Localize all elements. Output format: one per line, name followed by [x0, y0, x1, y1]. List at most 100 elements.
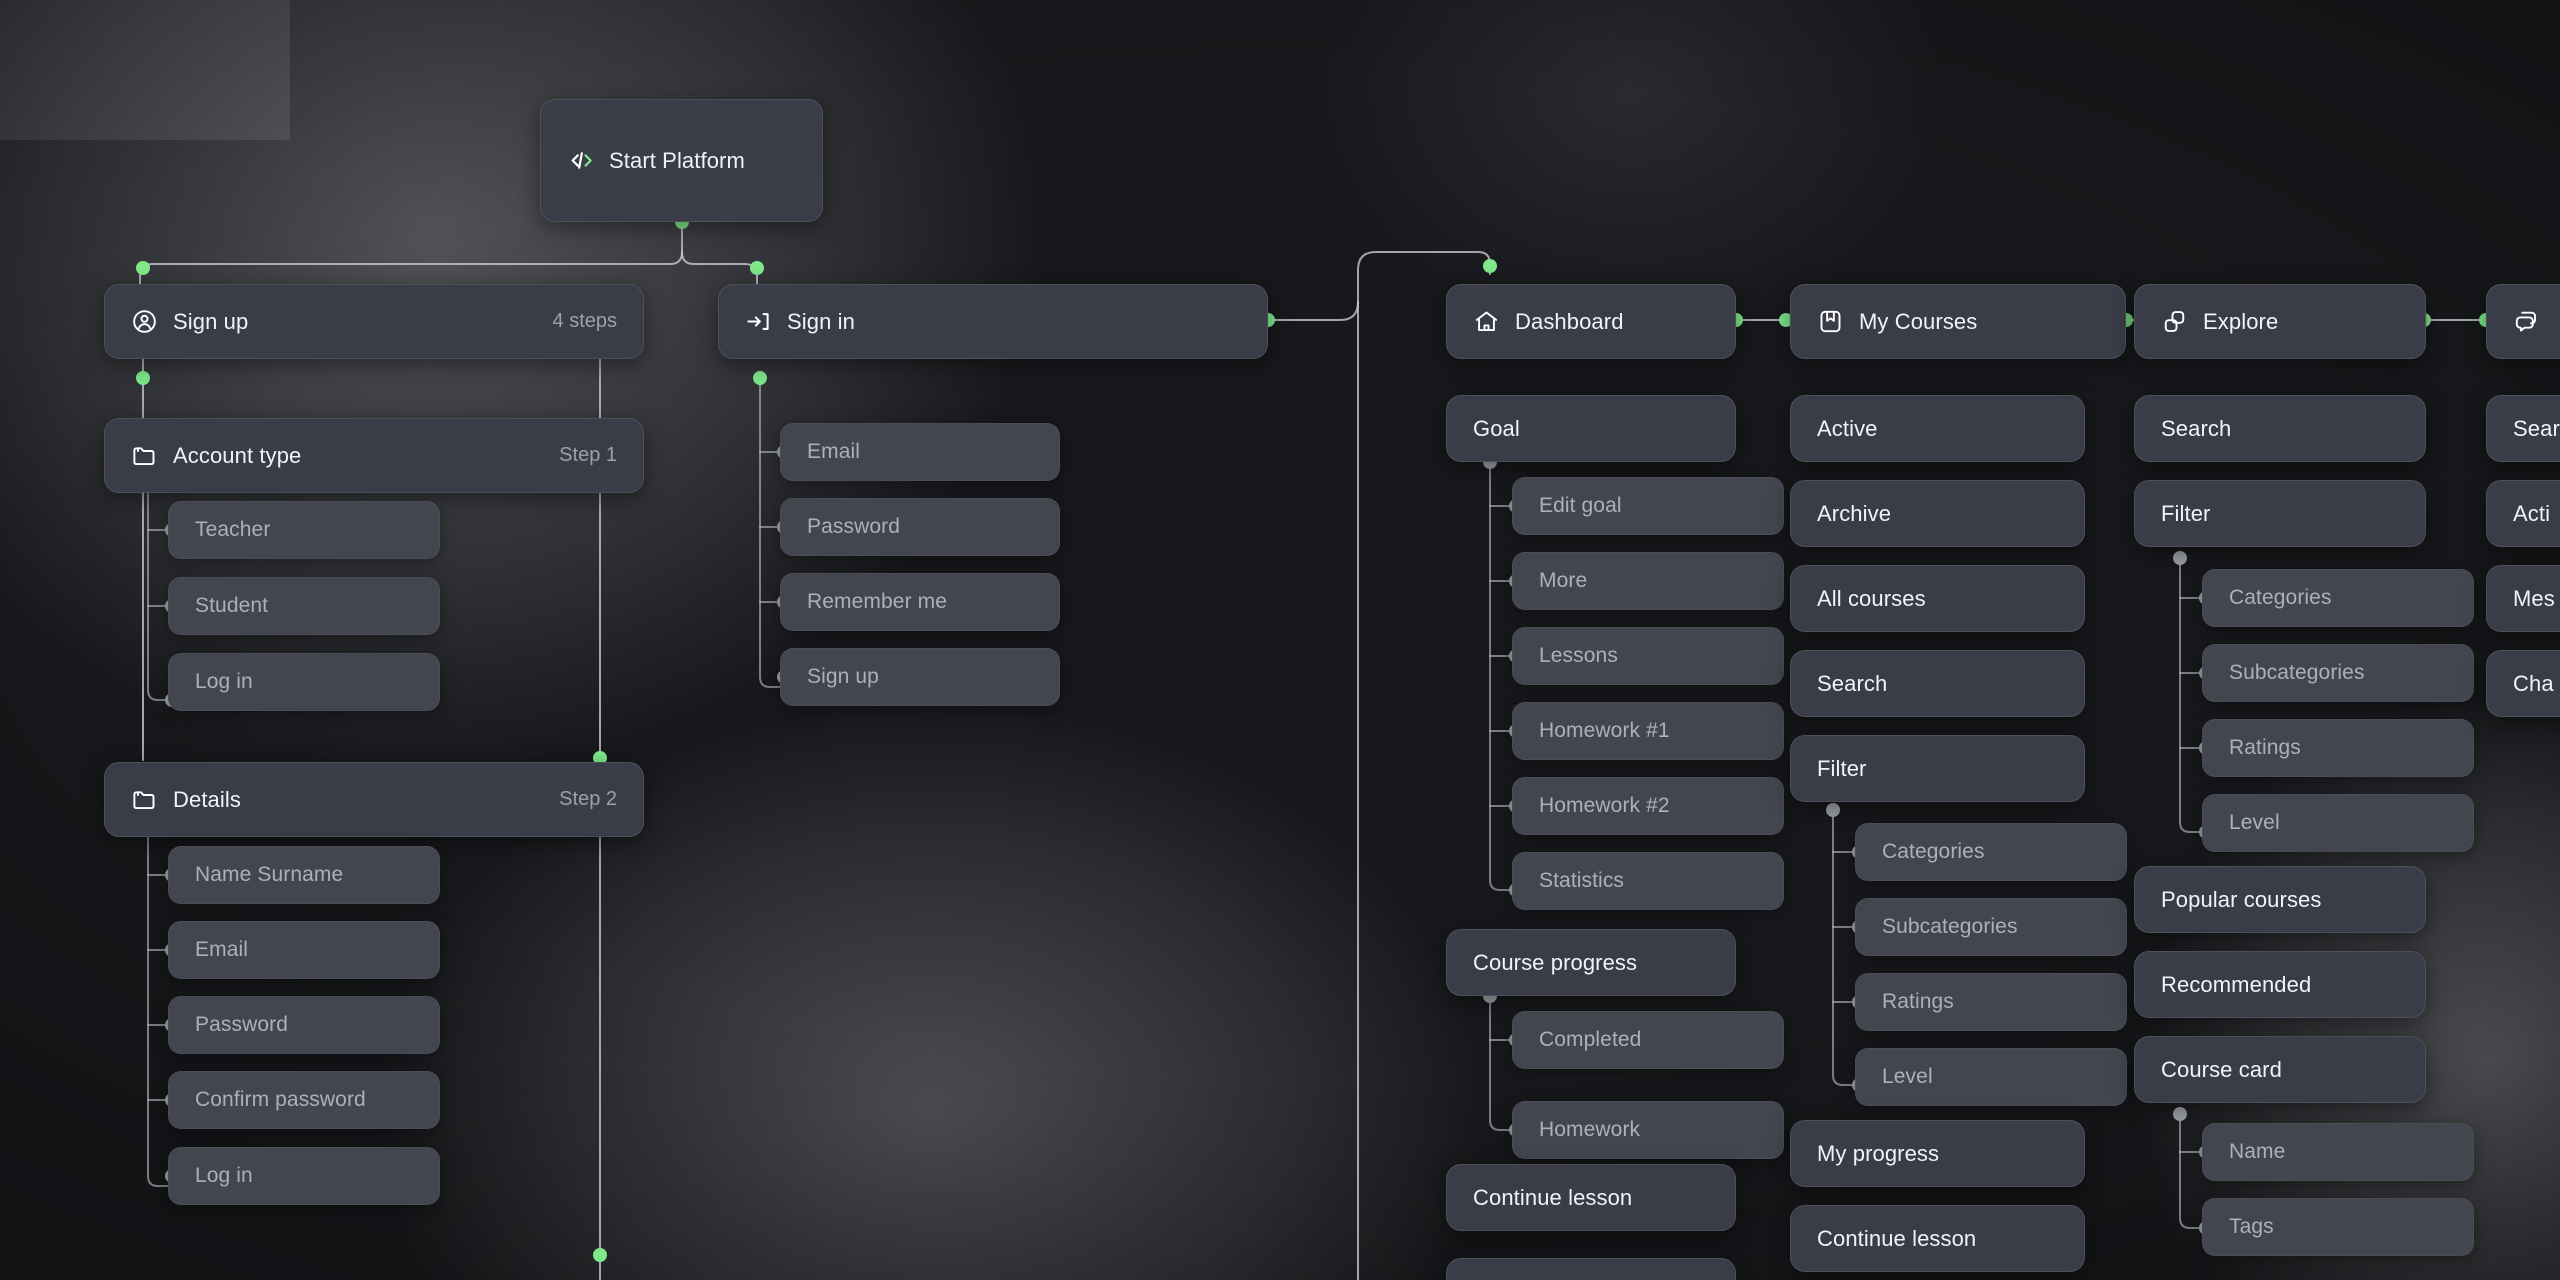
node-popular-courses[interactable]: Popular courses: [2134, 866, 2426, 933]
node-goal-lessons[interactable]: Lessons: [1512, 627, 1784, 685]
node-course-card-tags[interactable]: Tags: [2202, 1198, 2474, 1256]
node-label: All courses: [1817, 586, 1926, 612]
grain-texture-overlay: [0, 0, 290, 140]
background-glow-top: [1180, 0, 2080, 440]
node-details-email[interactable]: Email: [168, 921, 440, 979]
node-details-name-surname[interactable]: Name Surname: [168, 846, 440, 904]
layers-icon: [2161, 308, 2188, 335]
node-recommended[interactable]: Recommended: [2134, 951, 2426, 1018]
node-account-type[interactable]: Account type Step 1: [104, 418, 644, 493]
node-explore-filter-level[interactable]: Level: [2202, 794, 2474, 852]
node-goal[interactable]: Goal: [1446, 395, 1736, 462]
node-details-log-in[interactable]: Log in: [168, 1147, 440, 1205]
folder-icon: [131, 442, 158, 469]
node-label: Ratings: [1882, 990, 1954, 1014]
node-explore[interactable]: Explore: [2134, 284, 2426, 359]
grain-texture-overlay-fine: [0, 0, 290, 140]
node-label: Statistics: [1539, 869, 1624, 893]
node-label: Details: [173, 787, 241, 813]
node-label: Ratings: [2229, 736, 2301, 760]
node-label: Continue lesson: [1473, 1185, 1632, 1211]
node-label: Sign up: [173, 309, 248, 335]
node-label: Start Platform: [609, 148, 745, 174]
node-messages-active[interactable]: Acti: [2486, 480, 2560, 547]
node-messages-chat[interactable]: Cha: [2486, 650, 2560, 717]
node-sign-in-sign-up[interactable]: Sign up: [780, 648, 1060, 706]
node-goal-homework-1[interactable]: Homework #1: [1512, 702, 1784, 760]
node-label: My progress: [1817, 1141, 1939, 1167]
user-circle-icon: [131, 308, 158, 335]
node-label: Account type: [173, 443, 301, 469]
node-label: Log in: [195, 1164, 253, 1188]
node-my-courses-filter-level[interactable]: Level: [1855, 1048, 2127, 1106]
node-my-courses-all-courses[interactable]: All courses: [1790, 565, 2085, 632]
node-label: Sign up: [807, 665, 879, 689]
flowchart-canvas[interactable]: Start Platform Sign up 4 steps Account t…: [0, 0, 2560, 1280]
node-sign-in-email[interactable]: Email: [780, 423, 1060, 481]
node-meta-step: Step 1: [541, 444, 617, 467]
node-meta-step: Step 2: [541, 788, 617, 811]
node-details-confirm-password[interactable]: Confirm password: [168, 1071, 440, 1129]
node-label: Log in: [195, 670, 253, 694]
node-continue-lesson-my-courses[interactable]: Continue lesson: [1790, 1205, 2085, 1272]
book-bookmark-icon: [1817, 308, 1844, 335]
node-explore-filter-categories[interactable]: Categories: [2202, 569, 2474, 627]
node-my-courses-filter-categories[interactable]: Categories: [1855, 823, 2127, 881]
node-course-card[interactable]: Course card: [2134, 1036, 2426, 1103]
node-goal-statistics[interactable]: Statistics: [1512, 852, 1784, 910]
node-my-courses-active[interactable]: Active: [1790, 395, 2085, 462]
node-messages-messages[interactable]: Mes: [2486, 565, 2560, 632]
node-details[interactable]: Details Step 2: [104, 762, 644, 837]
node-messages-search[interactable]: Sear: [2486, 395, 2560, 462]
node-sign-in-password[interactable]: Password: [780, 498, 1060, 556]
node-my-courses-archive[interactable]: Archive: [1790, 480, 2085, 547]
node-course-progress-homework[interactable]: Homework: [1512, 1101, 1784, 1159]
node-course-progress[interactable]: Course progress: [1446, 929, 1736, 996]
node-course-card-name[interactable]: Name: [2202, 1123, 2474, 1181]
node-label: Search: [1817, 671, 1887, 697]
node-label: Password: [195, 1013, 288, 1037]
node-label: Name Surname: [195, 863, 343, 887]
node-continue-lesson-dashboard[interactable]: Continue lesson: [1446, 1164, 1736, 1231]
node-dashboard[interactable]: Dashboard: [1446, 284, 1736, 359]
node-label: More: [1539, 569, 1587, 593]
node-goal-homework-2[interactable]: Homework #2: [1512, 777, 1784, 835]
node-start-platform[interactable]: Start Platform: [540, 99, 823, 222]
node-my-courses-filter-ratings[interactable]: Ratings: [1855, 973, 2127, 1031]
node-label: Course progress: [1473, 950, 1637, 976]
node-account-type-teacher[interactable]: Teacher: [168, 501, 440, 559]
node-label: Explore: [2203, 309, 2278, 335]
node-label: Acti: [2513, 501, 2550, 527]
node-label: Categories: [1882, 840, 1985, 864]
node-explore-search[interactable]: Search: [2134, 395, 2426, 462]
node-label: Goal: [1473, 416, 1520, 442]
node-sign-up[interactable]: Sign up 4 steps: [104, 284, 644, 359]
node-details-password[interactable]: Password: [168, 996, 440, 1054]
node-my-courses-filter[interactable]: Filter: [1790, 735, 2085, 802]
node-label: Edit goal: [1539, 494, 1622, 518]
node-messages[interactable]: [2486, 284, 2560, 359]
node-sign-in-remember-me[interactable]: Remember me: [780, 573, 1060, 631]
node-my-courses-search[interactable]: Search: [1790, 650, 2085, 717]
node-label: Name: [2229, 1140, 2285, 1164]
node-goal-more[interactable]: More: [1512, 552, 1784, 610]
node-course-progress-completed[interactable]: Completed: [1512, 1011, 1784, 1069]
node-sign-in[interactable]: Sign in: [718, 284, 1268, 359]
node-label: Email: [807, 440, 860, 464]
node-explore-filter[interactable]: Filter: [2134, 480, 2426, 547]
node-account-type-student[interactable]: Student: [168, 577, 440, 635]
node-my-courses[interactable]: My Courses: [1790, 284, 2126, 359]
chat-bubbles-icon: [2513, 308, 2540, 335]
node-my-progress[interactable]: My progress: [1790, 1120, 2085, 1187]
node-label: Homework #1: [1539, 719, 1670, 743]
node-explore-filter-ratings[interactable]: Ratings: [2202, 719, 2474, 777]
node-goal-edit-goal[interactable]: Edit goal: [1512, 477, 1784, 535]
node-explore-filter-subcategories[interactable]: Subcategories: [2202, 644, 2474, 702]
node-dashboard-cut-off[interactable]: M: [1446, 1258, 1736, 1280]
node-label: Completed: [1539, 1028, 1641, 1052]
node-label: Password: [807, 515, 900, 539]
node-label: Categories: [2229, 586, 2332, 610]
node-account-type-log-in[interactable]: Log in: [168, 653, 440, 711]
node-label: Mes: [2513, 586, 2555, 612]
node-my-courses-filter-subcategories[interactable]: Subcategories: [1855, 898, 2127, 956]
